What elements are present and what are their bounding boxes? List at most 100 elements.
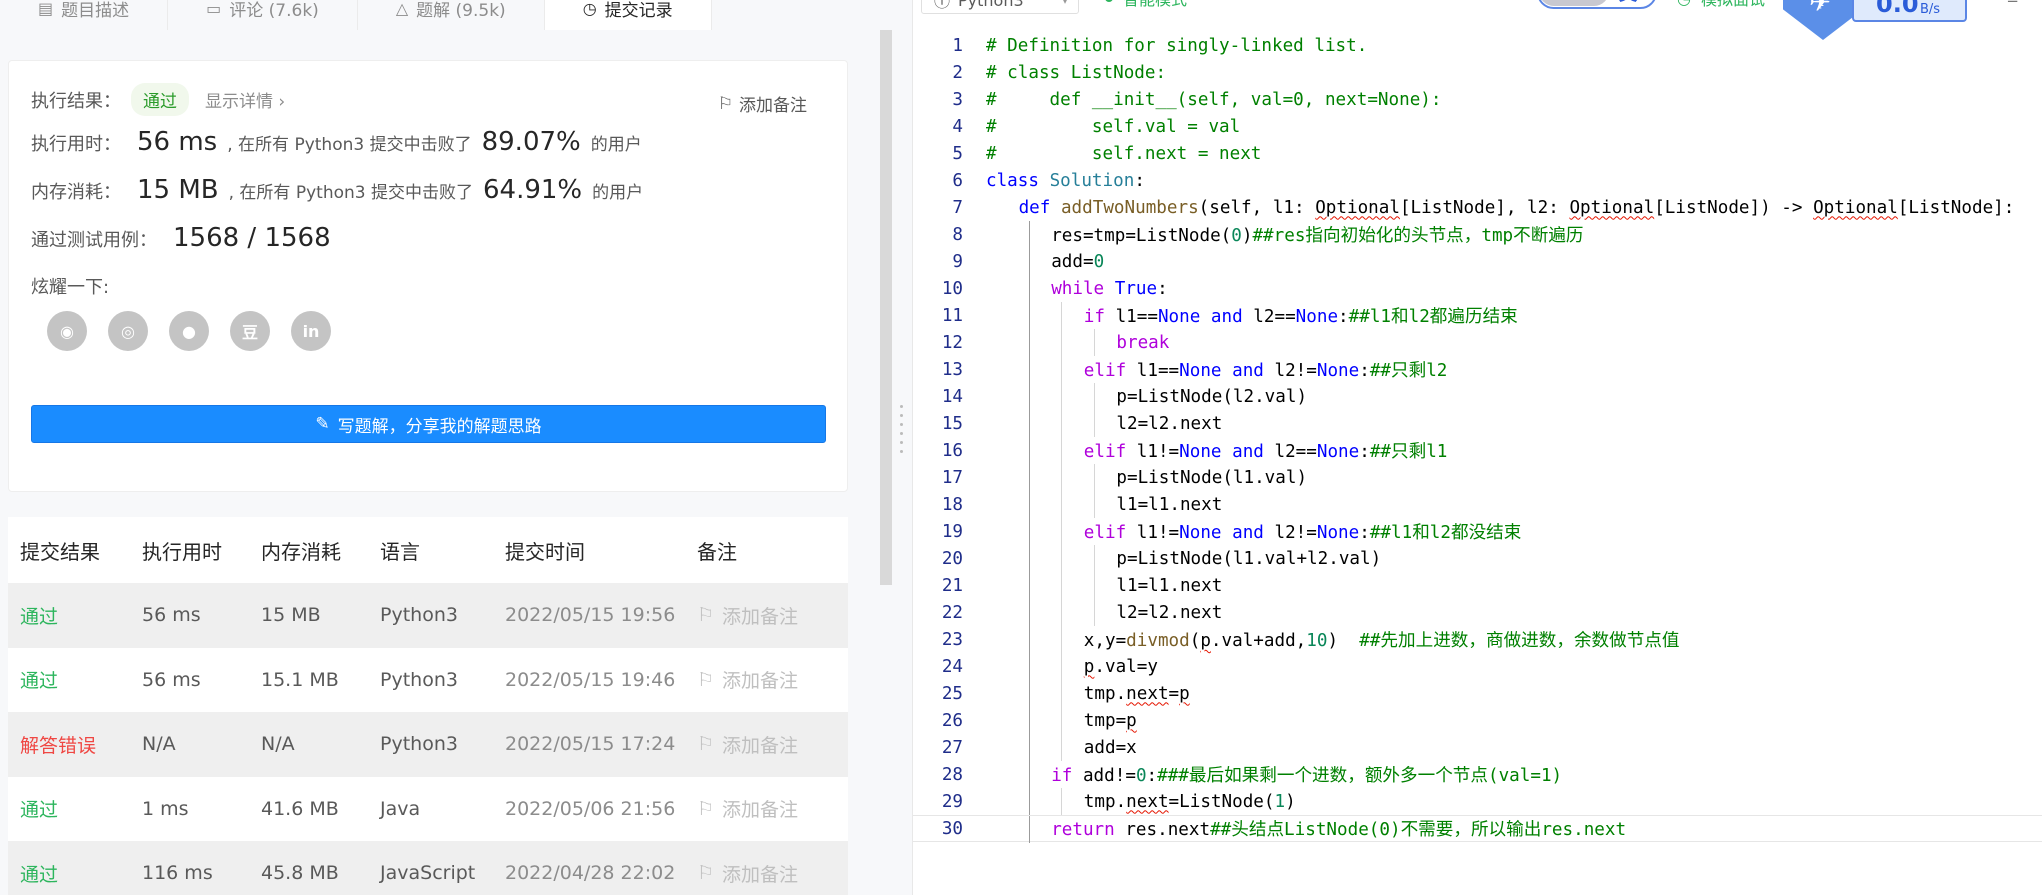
panel-resize-handle[interactable] [900,405,904,475]
line-number: 4 [952,116,963,137]
code-line[interactable]: 29 tmp.next=ListNode(1) [913,788,2042,815]
write-solution-button[interactable]: ✎ 写题解，分享我的解题思路 [31,405,826,443]
code-token: : [1359,442,1370,462]
tab-submissions[interactable]: ◷ 提交记录 [544,0,712,30]
code-line[interactable]: 18 l1=l1.next [913,491,2042,518]
row-add-note-button[interactable]: ⚐ 添加备注 [685,860,848,887]
code-line[interactable]: 21 l1=l1.next [913,572,2042,599]
app-root: ▤ 题目描述 ▭ 评论 (7.6k) △ 题解 (9.5k) ◷ 提交记录 执行… [0,0,2042,895]
show-details-link[interactable]: 显示详情 › [205,87,285,112]
code-token: [ListNode]) -> [1654,197,1814,218]
add-note-button[interactable]: ⚐ 添加备注 [718,91,807,117]
tests-value: 1568 / 1568 [173,223,331,253]
table-row: 通过 56 ms 15.1 MB Python3 2022/05/15 19:46 ⚐ 添加… [8,647,848,712]
code-line[interactable]: 23 x,y=divmod(p.val+add,10) ##先加上进数，商做进数，… [913,626,2042,653]
row-add-note-button[interactable]: ⚐ 添加备注 [685,666,848,693]
code-area[interactable]: 1 # Definition for singly-linked list. 2 # … [913,32,2042,843]
code-text: l2=l2.next [1116,603,1222,623]
cell-status[interactable]: 通过 [8,602,130,629]
line-number: 2 [952,62,963,83]
linkedin-icon[interactable]: in [291,311,331,351]
code-line[interactable]: 4 # self.val = val [913,113,2042,140]
code-line[interactable]: 8 res=tmp=ListNode(0)##res指向初始化的头节点，tmp不断… [913,221,2042,248]
clock-icon: ◷ [582,0,597,18]
terminal-icon[interactable]: >_ [1993,0,2017,3]
indent-guide [1061,518,1063,545]
code-token: divmod [1126,631,1190,651]
code-line[interactable]: 10 while True: [913,275,2042,302]
row-add-note-button[interactable]: ⚐ 添加备注 [685,731,848,758]
code-line[interactable]: 7 def addTwoNumbers(self, l1: Optional[Li… [913,194,2042,221]
comment-icon: ▭ [206,0,222,18]
code-line[interactable]: 13 elif l1==None and l2!=None:##只剩l2 [913,356,2042,383]
tab-label: 提交记录 [604,0,673,21]
code-line[interactable]: 6 class Solution: [913,167,2042,194]
code-text: l1=l1.next [1116,495,1222,515]
header-runtime: 执行用时 [142,539,222,564]
code-token: None [1295,307,1339,327]
code-text: if l1==None and l2==None:##l1和l2都遍历结束 [1084,303,1518,328]
cell-status[interactable]: 解答错误 [8,731,130,758]
flask-icon: △ [395,0,409,18]
wechat-icon[interactable]: ◉ [47,311,87,351]
code-line[interactable]: 25 tmp.next=p [913,680,2042,707]
code-line[interactable]: 15 l2=l2.next [913,410,2042,437]
indent-guide [1061,545,1063,572]
code-text: return res.next##头结点ListNode(0)不需要，所以输出r… [1051,816,1626,841]
smart-mode-indicator[interactable]: 智能模式 [1105,0,1187,10]
code-line[interactable]: 27 add=x [913,734,2042,761]
code-line[interactable]: 5 # self.next = next [913,140,2042,167]
indent-guide [1028,518,1030,545]
status-badge: 通过 [131,83,189,116]
code-line[interactable]: 22 l2=l2.next [913,599,2042,626]
indent-guide [1061,626,1063,653]
left-scrollbar[interactable] [880,30,892,585]
cell-status[interactable]: 通过 [8,666,130,693]
row-add-note-button[interactable]: ⚐ 添加备注 [685,602,848,629]
code-line[interactable]: 17 p=ListNode(l1.val) [913,464,2042,491]
code-line[interactable]: 1 # Definition for singly-linked list. [913,32,2042,59]
code-line[interactable]: 2 # class ListNode: [913,59,2042,86]
code-line[interactable]: 26 tmp=p [913,707,2042,734]
tab-comments[interactable]: ▭ 评论 (7.6k) [168,0,358,30]
mock-interview-button[interactable]: ◷ 模拟面试 [1677,0,1765,10]
line-number: 15 [941,413,963,434]
language-value: Python3 [958,0,1024,10]
code-line[interactable]: 9 add=0 [913,248,2042,275]
exec-result-label: 执行结果： [31,91,121,112]
douban-icon[interactable]: 豆 [230,311,270,351]
code-line[interactable]: 3 # def __init__(self, val=0, next=None): [913,86,2042,113]
code-token: None [1179,523,1222,543]
scrollbar-thumb[interactable] [880,30,892,585]
code-line[interactable]: 19 elif l1!=None and l2!=None:##l1和l2都没结束 [913,518,2042,545]
ime-indicator[interactable]: 英 [1537,0,1657,9]
code-line[interactable]: 12 break [913,329,2042,356]
cell-runtime: 56 ms [142,668,201,691]
write-solution-label: 写题解，分享我的解题思路 [337,416,542,437]
row-add-note-button[interactable]: ⚐ 添加备注 [685,795,848,822]
language-select[interactable]: ⓘ Python3 ▾ [921,0,1079,14]
cell-status[interactable]: 通过 [8,795,130,822]
code-line[interactable]: 11 if l1==None and l2==None:##l1和l2都遍历结束 [913,302,2042,329]
code-line[interactable]: 30 return res.next##头结点ListNode(0)不需要，所以输… [913,815,2042,843]
indent-guide [1093,572,1095,599]
cell-language: JavaScript [380,862,476,885]
code-text: elif l1==None and l2!=None:##只剩l2 [1084,357,1448,382]
qq-icon[interactable]: ● [169,311,209,351]
info-icon: ⓘ [934,0,951,11]
flag-icon: ⚐ [697,604,715,627]
note-label: 添加备注 [722,799,799,822]
tab-solutions[interactable]: △ 题解 (9.5k) [358,0,545,30]
cell-status[interactable]: 通过 [8,860,130,887]
tab-description[interactable]: ▤ 题目描述 [0,0,169,30]
code-line[interactable]: 20 p=ListNode(l1.val+l2.val) [913,545,2042,572]
weibo-icon[interactable]: ◎ [108,311,148,351]
code-line[interactable]: 14 p=ListNode(l2.val) [913,383,2042,410]
line-number: 25 [941,683,963,704]
code-token: tmp. [1083,683,1127,704]
code-line[interactable]: 24 p.val=y [913,653,2042,680]
memory-percentile: 64.91% [482,175,583,205]
code-line[interactable]: 16 elif l1!=None and l2==None:##只剩l1 [913,437,2042,464]
line-number: 3 [952,89,963,110]
code-line[interactable]: 28 if add!=0:###最后如果剩一个进数，额外多一个节点(val=1) [913,761,2042,788]
